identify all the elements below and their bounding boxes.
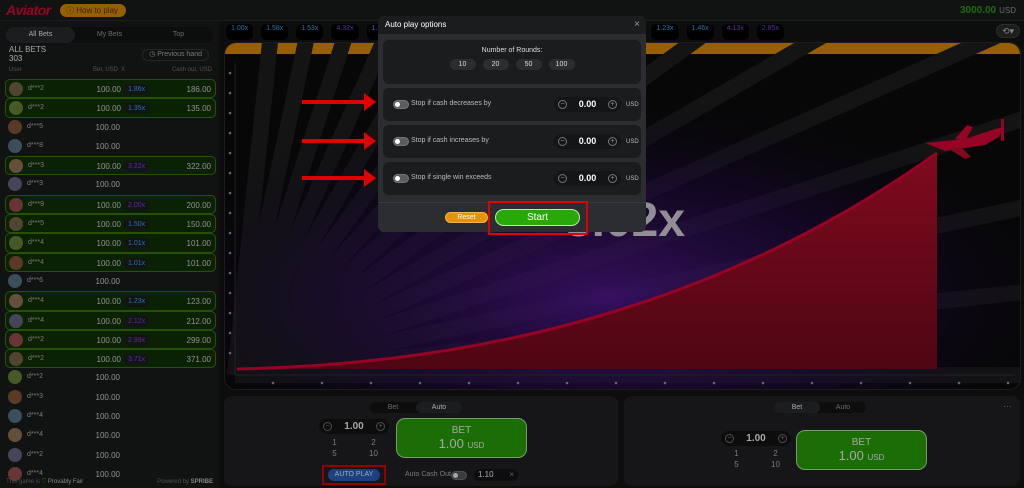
plus-icon[interactable]: + <box>608 137 617 146</box>
start-highlight <box>488 201 588 235</box>
annotation-arrow <box>302 132 376 150</box>
rounds-option-100[interactable]: 100 <box>548 59 575 70</box>
cash-increases-stepper[interactable]: − 0.00 + <box>554 134 621 149</box>
aviator-app: Aviator ⓘ How to play 3000.00 USD All Bet… <box>0 0 1024 488</box>
rounds-title: Number of Rounds: <box>481 47 543 54</box>
option-label: Stop if single win exceeds <box>411 174 492 181</box>
rounds-option-10[interactable]: 10 <box>449 59 476 70</box>
option-cash-increases: Stop if cash increases by − 0.00 + USD <box>383 125 641 158</box>
option-cash-decreases: Stop if cash decreases by − 0.00 + USD <box>383 88 641 121</box>
cash-decreases-stepper[interactable]: − 0.00 + <box>554 97 621 112</box>
annotation-arrow <box>302 93 376 111</box>
option-currency: USD <box>626 139 639 145</box>
rounds-option-20[interactable]: 20 <box>482 59 509 70</box>
option-currency: USD <box>626 176 639 182</box>
annotation-arrow <box>302 169 376 187</box>
reset-button[interactable]: Reset <box>445 212 488 223</box>
rounds-options: 10 20 50 100 <box>383 59 641 70</box>
toggle-cash-decreases[interactable] <box>393 100 409 109</box>
modal-title: Auto play options <box>378 16 646 34</box>
option-single-win: Stop if single win exceeds − 0.00 + USD <box>383 162 641 195</box>
toggle-single-win[interactable] <box>393 174 409 183</box>
auto-play-modal: Auto play options × Number of Rounds: 10… <box>378 16 646 232</box>
plus-icon[interactable]: + <box>608 100 617 109</box>
single-win-stepper[interactable]: − 0.00 + <box>554 171 621 186</box>
rounds-section: Number of Rounds: 10 20 50 100 <box>383 40 641 84</box>
option-label: Stop if cash increases by <box>411 137 489 144</box>
plus-icon[interactable]: + <box>608 174 617 183</box>
option-label: Stop if cash decreases by <box>411 100 492 107</box>
toggle-cash-increases[interactable] <box>393 137 409 146</box>
close-icon[interactable]: × <box>634 19 640 30</box>
option-currency: USD <box>626 102 639 108</box>
rounds-option-50[interactable]: 50 <box>515 59 542 70</box>
